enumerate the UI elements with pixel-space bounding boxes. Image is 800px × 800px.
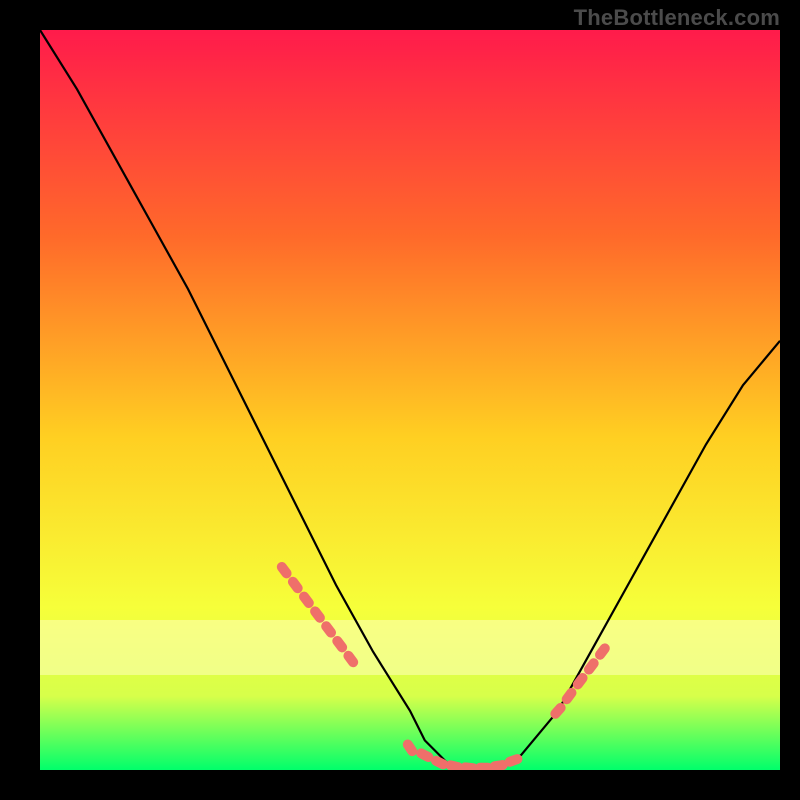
chart-svg — [40, 30, 780, 770]
chart-frame — [40, 30, 780, 770]
watermark-text: TheBottleneck.com — [574, 5, 780, 31]
highlight-band — [40, 620, 780, 675]
